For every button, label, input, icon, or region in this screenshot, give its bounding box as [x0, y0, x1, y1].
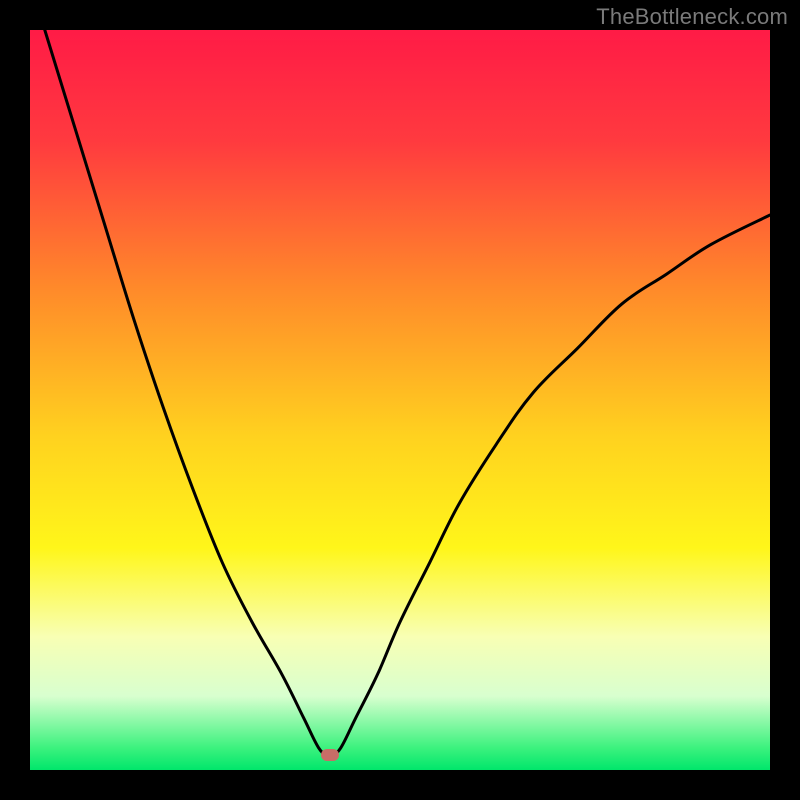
plot-area [30, 30, 770, 770]
curve-layer [30, 30, 770, 770]
bottleneck-marker [321, 749, 339, 761]
watermark-text: TheBottleneck.com [596, 4, 788, 30]
curve-right-branch [330, 215, 770, 759]
chart-frame: TheBottleneck.com [0, 0, 800, 800]
curve-left-branch [45, 30, 330, 759]
